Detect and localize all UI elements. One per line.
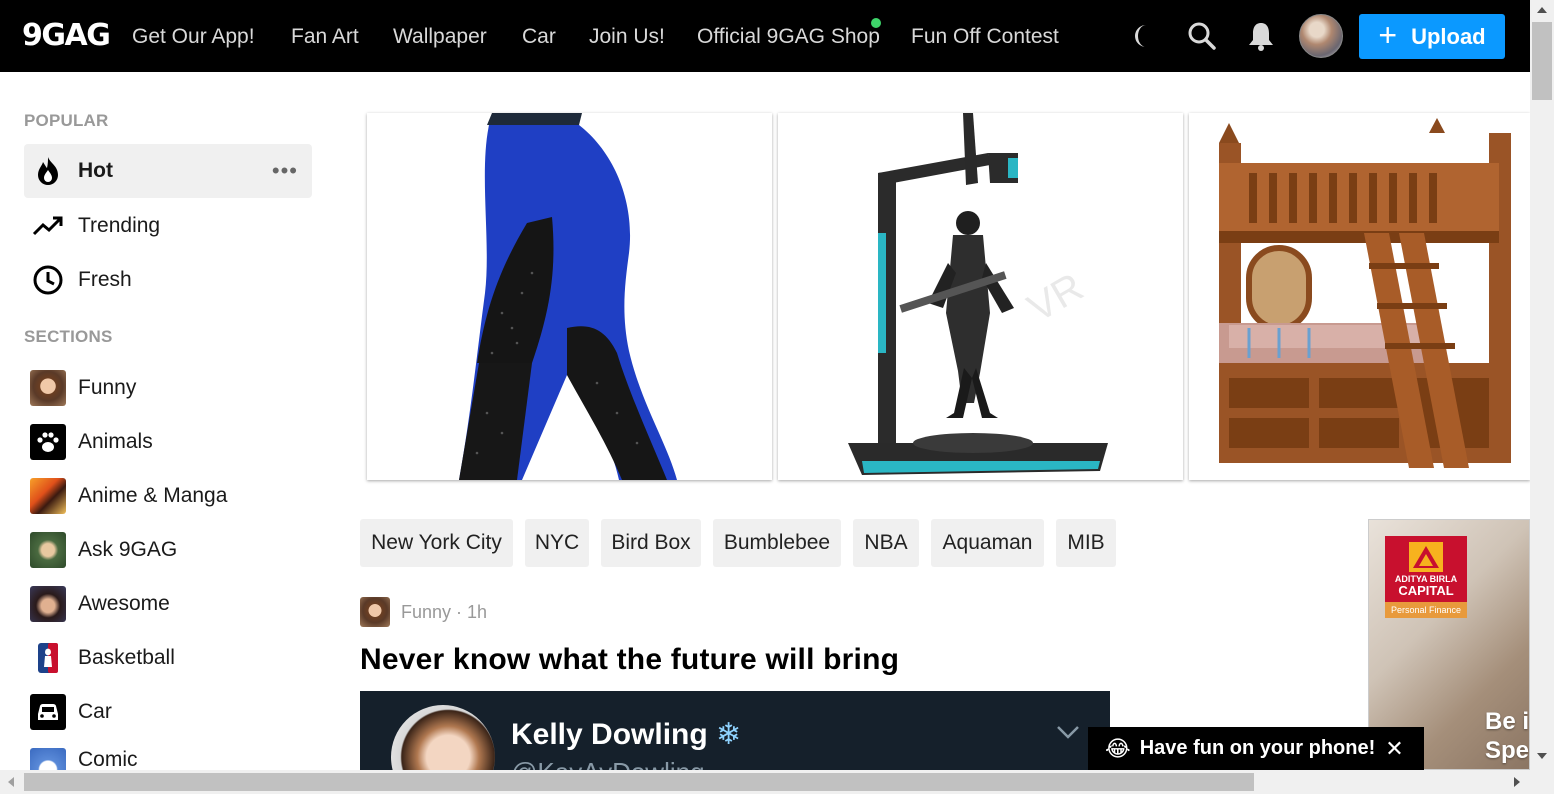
popular-heading: POPULAR [24,111,109,130]
nav-link-fun-off-contest[interactable]: Fun Off Contest [911,25,1059,49]
post-meta: Funny · 1h [401,602,488,622]
nav-link-wallpaper[interactable]: Wallpaper [393,25,487,49]
more-options-icon[interactable]: ••• [272,158,298,184]
comic-section-icon [30,748,66,770]
tag-nyc[interactable]: NYC [525,519,589,567]
sidebar-item-funny[interactable]: Funny [24,361,312,415]
trending-icon [30,208,66,244]
tag-new-york-city[interactable]: New York City [360,519,513,567]
tweet-author-handle: @KayAyDowling [511,757,705,770]
horizontal-scrollbar[interactable] [0,770,1530,794]
post-image[interactable]: Kelly Dowling ❄ @KayAyDowling [360,691,1110,770]
user-avatar[interactable] [1299,14,1343,58]
sunburst-icon [1409,542,1443,572]
post-title[interactable]: Never know what the future will bring [360,643,899,677]
sidebar-item-label: Trending [78,214,161,237]
snowflake-icon: ❄ [716,718,742,751]
sidebar-item-label: Comic [78,748,138,770]
scroll-down-arrow-icon[interactable] [1537,753,1547,759]
nba-logo-icon [30,640,66,676]
sidebar-item-label: Funny [78,376,137,399]
sidebar-item-basketball[interactable]: Basketball [24,631,312,685]
bell-icon[interactable] [1245,20,1277,52]
vertical-scrollbar[interactable] [1530,0,1554,770]
ask-9gag-section-icon [30,532,66,568]
scroll-right-arrow-icon[interactable] [1514,777,1520,787]
nav-link-shop[interactable]: Official 9GAG Shop [697,25,880,49]
sidebar-item-comic[interactable]: Comic [24,739,312,770]
nav-link-join-us[interactable]: Join Us! [589,25,665,49]
nav-link-car[interactable]: Car [522,25,556,49]
tag-aquaman[interactable]: Aquaman [931,519,1044,567]
car-icon [30,694,66,730]
nav-link-fan-art[interactable]: Fan Art [291,25,359,49]
sidebar-item-label: Ask 9GAG [78,538,178,561]
leggings-image [459,113,677,480]
sidebar-item-awesome[interactable]: Awesome [24,577,312,631]
scroll-up-arrow-icon[interactable] [1537,7,1547,13]
tag-bird-box[interactable]: Bird Box [601,519,701,567]
featured-card-vr-treadmill[interactable]: VR [778,113,1183,480]
featured-card-leggings[interactable] [367,113,772,480]
post-section-avatar[interactable] [360,597,390,627]
scrollbar-corner [1530,770,1554,794]
paw-icon [30,424,66,460]
vertical-scroll-thumb[interactable] [1532,22,1552,100]
sidebar-item-animals[interactable]: Animals [24,415,312,469]
sections-heading: SECTIONS [24,327,113,346]
tweet-author-name: Kelly Dowling ❄ [511,718,742,751]
chevron-down-icon [1056,725,1080,744]
promo-text: Have fun on your phone! [1139,737,1376,759]
sidebar-item-car[interactable]: Car [24,685,312,739]
funny-section-icon [30,370,66,406]
awesome-section-icon [30,586,66,622]
search-icon[interactable] [1186,20,1218,52]
sidebar-item-fresh[interactable]: Fresh [24,253,312,307]
moon-icon[interactable] [1128,20,1160,52]
tag-mib[interactable]: MIB [1056,519,1116,567]
bunk-bed-image [1219,118,1511,468]
nav-link-get-app[interactable]: Get Our App! [132,25,255,49]
tag-nba[interactable]: NBA [853,519,919,567]
sidebar-item-ask-9gag[interactable]: Ask 9GAG [24,523,312,577]
tweet-avatar [391,705,495,770]
svg-text:VR: VR [1021,265,1091,331]
fire-icon [30,153,66,189]
site-logo[interactable]: 9GAG [22,18,111,53]
vr-treadmill-image: VR [848,113,1108,475]
plus-icon: + [1378,16,1398,53]
horizontal-scroll-thumb[interactable] [24,773,1254,791]
featured-card-bunk-bed[interactable] [1189,113,1530,480]
sidebar-item-label: Hot [78,159,113,182]
upload-label: Upload [1411,23,1486,49]
app-promo-banner[interactable]: 😂 Have fun on your phone! ✕ [1088,727,1424,770]
close-icon[interactable]: ✕ [1385,736,1403,762]
sidebar-item-hot[interactable]: Hot ••• [24,144,312,198]
sidebar-item-label: Fresh [78,268,132,291]
anime-section-icon [30,478,66,514]
upload-button[interactable]: + Upload [1359,14,1505,59]
sidebar-item-label: Animals [78,430,153,453]
sidebar-item-label: Awesome [78,592,170,615]
aditya-birla-logo: ADITYA BIRLA CAPITAL Personal Finance [1385,536,1467,618]
clock-icon [30,262,66,298]
top-nav-bar: 9GAG Get Our App! Fan Art Wallpaper Car … [0,0,1530,72]
shop-notification-dot [871,18,881,28]
sidebar-item-label: Anime & Manga [78,484,228,507]
sidebar-item-label: Basketball [78,646,175,669]
tag-bumblebee[interactable]: Bumblebee [713,519,841,567]
sidebar-item-label: Car [78,700,112,723]
ad-headline: Be i Spe [1485,708,1530,764]
laughing-emoji-icon: 😂 [1105,735,1131,761]
sidebar-item-trending[interactable]: Trending [24,199,312,253]
scroll-left-arrow-icon[interactable] [8,777,14,787]
sidebar-item-anime-manga[interactable]: Anime & Manga [24,469,312,523]
